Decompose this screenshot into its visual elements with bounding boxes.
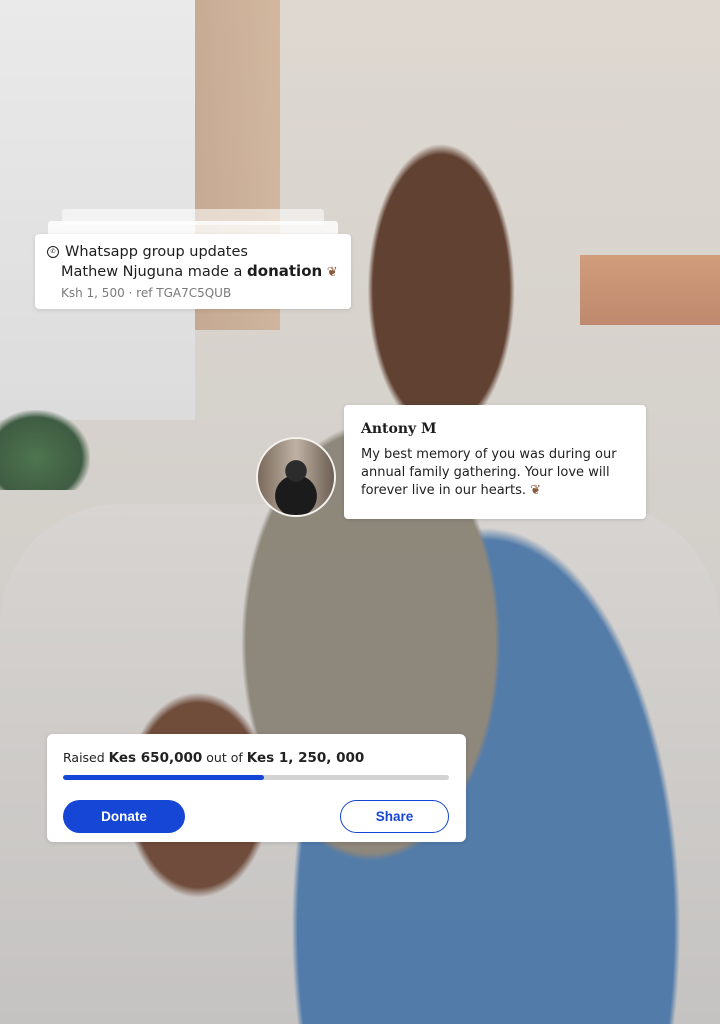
notification-detail: Ksh 1, 500 · ref TGA7C5QUB [61, 286, 232, 300]
leaf-icon: ❦ [326, 265, 338, 280]
leaf-icon: ❦ [530, 483, 542, 498]
donate-button[interactable]: Donate [63, 800, 185, 833]
progress-bar [63, 775, 449, 780]
raised-amount: Kes 650,000 [108, 750, 203, 766]
memory-message: My best memory of you was during our ann… [361, 447, 617, 498]
avatar [256, 437, 336, 517]
notification-message: Mathew Njuguna made a donation ❦ [61, 262, 338, 280]
memory-card: Antony M My best memory of you was durin… [344, 405, 646, 519]
goal-amount: Kes 1, 250, 000 [246, 750, 365, 766]
raised-summary: Raised Kes 650,000 out of Kes 1, 250, 00… [63, 750, 365, 766]
donation-notification[interactable]: ✆ Whatsapp group updates Mathew Njuguna … [35, 234, 351, 309]
memory-author: Antony M [361, 421, 437, 437]
progress-bar-fill [63, 775, 264, 780]
notification-app-label: Whatsapp group updates [65, 244, 248, 260]
whatsapp-icon: ✆ [47, 246, 59, 258]
share-button[interactable]: Share [340, 800, 449, 833]
fundraiser-card: Raised Kes 650,000 out of Kes 1, 250, 00… [47, 734, 466, 842]
